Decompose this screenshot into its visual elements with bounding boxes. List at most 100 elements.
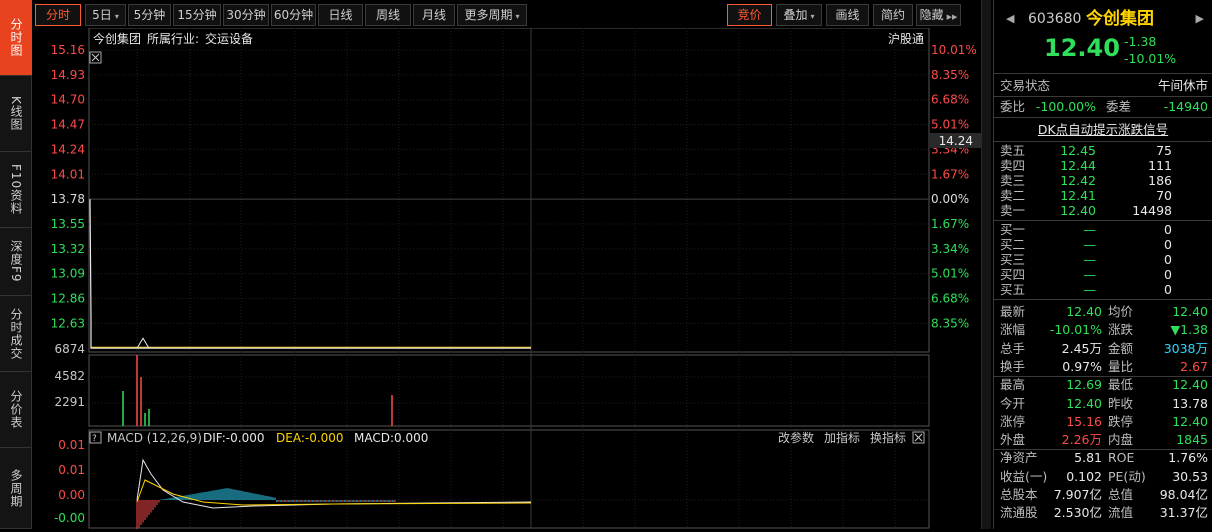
chevron-down-icon: ▾ [515, 12, 520, 21]
price-tick-2: 14.70 [51, 93, 85, 107]
stat-value: ▼1.38 [1170, 322, 1208, 338]
ask-row[interactable]: 卖五 12.45 75 [998, 144, 1208, 158]
stat-value: 15.16 [1066, 413, 1102, 429]
price-tick-9: 13.09 [51, 267, 85, 281]
stat-value: 1845 [1176, 432, 1208, 448]
bid-level-label: 买三 [1000, 252, 1026, 267]
tool-button-3[interactable]: 简约 [873, 4, 913, 26]
price-tick-3: 14.47 [51, 118, 85, 132]
period-label: 分时 [45, 8, 70, 22]
tool-button-1[interactable]: 叠加 ▾ [776, 4, 822, 26]
macd-label: MACD (12,26,9) [107, 431, 202, 445]
stat-label: 量比 [1108, 358, 1134, 374]
ask-level-label: 卖四 [1000, 158, 1026, 173]
bid-price: — [1083, 252, 1097, 267]
macd-action-2[interactable]: 换指标 [870, 430, 906, 445]
exchange-link[interactable]: 沪股通 [888, 32, 924, 46]
tool-label: 竞价 [737, 8, 762, 22]
dif-line [136, 458, 532, 509]
vtab-4[interactable]: 分时成交 [0, 296, 32, 372]
chart-stock-name: 今创集团 [93, 31, 141, 46]
tool-label: 简约 [880, 8, 905, 22]
pct-tick-6: 0.00% [931, 192, 969, 206]
period-button-1[interactable]: 5日 ▾ [85, 4, 126, 26]
stat-label: 外盘 [1000, 432, 1026, 448]
bid-price: — [1083, 267, 1097, 282]
period-button-0[interactable]: 分时 [35, 4, 81, 26]
volume-tick-1: 4582 [54, 369, 85, 383]
bid-volume: 0 [1164, 222, 1172, 237]
tool-button-2[interactable]: 画线 [826, 4, 869, 26]
period-button-3[interactable]: 15分钟 [173, 4, 221, 26]
stat-value: 2.67 [1180, 358, 1208, 374]
ask-price: 12.40 [1060, 203, 1096, 218]
bid-volume: 0 [1164, 282, 1172, 297]
trade-status: 午间休市 [1157, 78, 1208, 93]
tool-button-0[interactable]: 竞价 [727, 4, 772, 26]
stat-value: 12.40 [1172, 377, 1208, 393]
price-tick-7: 13.55 [51, 217, 85, 231]
chevron-down-icon: ▾ [810, 12, 815, 21]
stat-value: 31.37亿 [1159, 505, 1208, 521]
period-button-7[interactable]: 周线 [365, 4, 411, 26]
period-button-4[interactable]: 30分钟 [223, 4, 269, 26]
vtab-3[interactable]: 深度F9 [0, 228, 32, 296]
vtab-5[interactable]: 分价表 [0, 372, 32, 448]
bid-row[interactable]: 买五 — 0 [998, 283, 1208, 297]
vtab-6[interactable]: 多周期 [0, 448, 32, 529]
dea-line [136, 479, 532, 506]
ask-price: 12.45 [1060, 143, 1096, 158]
price-tick-11: 12.63 [51, 316, 85, 330]
period-label: 15分钟 [177, 8, 217, 22]
period-button-8[interactable]: 月线 [413, 4, 455, 26]
bid-row[interactable]: 买一 — 0 [998, 223, 1208, 237]
vtab-2[interactable]: F10资料 [0, 152, 32, 228]
period-button-6[interactable]: 日线 [318, 4, 363, 26]
ask-row[interactable]: 卖一 12.40 14498 [998, 204, 1208, 218]
stat-value: 2.530亿 [1053, 505, 1102, 521]
price-tick-1: 14.93 [51, 68, 85, 82]
ask-row[interactable]: 卖四 12.44 111 [998, 159, 1208, 173]
stat-value: 0.97% [1062, 358, 1102, 374]
stat-value: 5.81 [1074, 450, 1102, 466]
pct-tick-3: 5.01% [931, 118, 969, 132]
macd-action-1[interactable]: 加指标 [824, 430, 860, 445]
period-button-5[interactable]: 60分钟 [271, 4, 316, 26]
stat-row: 最高 12.69 最低 12.40 [998, 376, 1208, 393]
period-label: 日线 [328, 8, 353, 22]
stat-row: 换手 0.97% 量比 2.67 [998, 358, 1208, 375]
volume-tick-0: 6874 [54, 342, 85, 356]
bid-row[interactable]: 买三 — 0 [998, 253, 1208, 267]
period-button-2[interactable]: 5分钟 [128, 4, 171, 26]
vtab-1[interactable]: K线图 [0, 76, 32, 152]
chart-scrollbar[interactable] [981, 0, 991, 529]
stat-label: 均价 [1108, 304, 1134, 319]
vtab-0[interactable]: 分时图 [0, 0, 32, 76]
book-bottom-divider [994, 299, 1212, 300]
bid-price: — [1083, 222, 1097, 237]
bid-row[interactable]: 买二 — 0 [998, 238, 1208, 252]
stat-label: PE(动) [1108, 468, 1146, 484]
stat-value: 3038万 [1163, 340, 1208, 356]
stat-label: 流通股 [1000, 505, 1038, 521]
period-label: 60分钟 [273, 8, 314, 22]
period-button-9[interactable]: 更多周期 ▾ [457, 4, 527, 26]
stat-row: 涨停 15.16 跌停 12.40 [998, 413, 1208, 430]
bid-row[interactable]: 买四 — 0 [998, 268, 1208, 282]
ask-row[interactable]: 卖二 12.41 70 [998, 189, 1208, 203]
weibi-value: -100.00% [1035, 99, 1096, 114]
macd-action-0[interactable]: 改参数 [778, 430, 814, 445]
status-label: 交易状态 [1000, 78, 1051, 93]
close-icon-cross [91, 53, 100, 62]
bid-level-label: 买四 [1000, 267, 1026, 282]
next-stock-arrow[interactable]: ▶ [1196, 8, 1204, 30]
view-tabs: 分时图 K线图 F10资料 深度F9 分时成交 分价表 多周期 [0, 0, 32, 529]
stat-row: 总股本 7.907亿 总值 98.04亿 [998, 486, 1208, 503]
stat-label: 最高 [1000, 377, 1026, 393]
prev-stock-arrow[interactable]: ◀ [1006, 8, 1014, 30]
signal-link[interactable]: DK点自动提示涨跌信号 [1038, 122, 1168, 137]
tool-button-4[interactable]: 隐藏 ▶▶ [916, 4, 961, 26]
macd-tick-1: 0.01 [58, 463, 85, 477]
ask-row[interactable]: 卖三 12.42 186 [998, 174, 1208, 188]
macd-tick-0: 0.01 [58, 438, 85, 452]
